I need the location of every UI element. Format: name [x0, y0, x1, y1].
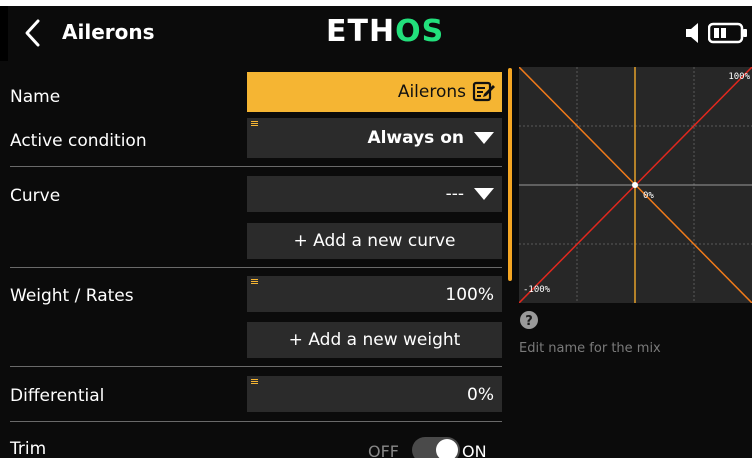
trim-label: Trim [10, 439, 47, 458]
differential-label: Differential [10, 386, 105, 406]
graph-canvas [519, 67, 752, 303]
main-panel: Name Ailerons Active condition Always on… [0, 61, 752, 458]
differential-value: 0% [467, 385, 494, 405]
add-curve-button[interactable]: + Add a new curve [247, 223, 502, 259]
curve-select[interactable]: --- [247, 176, 502, 212]
chevron-left-icon [25, 19, 40, 47]
help-text: Edit name for the mix [519, 341, 661, 356]
add-weight-button[interactable]: + Add a new weight [247, 322, 502, 358]
dropdown-arrow-icon [474, 132, 494, 144]
logo-left-text: ETH [326, 14, 396, 49]
scrollbar[interactable] [508, 68, 512, 281]
cursor-point [632, 182, 638, 188]
edit-icon [472, 81, 495, 102]
weight-label: Weight / Rates [10, 286, 134, 306]
weight-value: 100% [445, 285, 494, 305]
name-field[interactable]: Ailerons [247, 72, 502, 112]
mix-curve-graph: 100% 0% -100% [519, 67, 752, 303]
graph-top-right-label: 100% [728, 72, 750, 82]
page-title: Ailerons [62, 20, 155, 44]
modifiable-marker [251, 279, 258, 285]
help-icon[interactable]: ? [519, 310, 539, 330]
weight-field[interactable]: 100% [247, 276, 502, 312]
trim-off-label: OFF [368, 442, 399, 458]
modifiable-marker [251, 379, 258, 385]
trim-on-label: ON [462, 442, 487, 458]
name-label: Name [10, 87, 61, 107]
graph-center-label: 0% [643, 191, 654, 201]
curve-value: --- [445, 184, 464, 204]
trim-toggle[interactable] [412, 437, 460, 458]
ethos-logo: ETHOS [326, 14, 444, 49]
svg-text:?: ? [525, 314, 533, 329]
graph-bottom-left-label: -100% [523, 285, 551, 295]
active-condition-value: Always on [367, 128, 464, 148]
divider [10, 421, 502, 422]
divider [10, 267, 502, 268]
logo-right-text: OS [395, 14, 445, 49]
dropdown-arrow-icon [474, 188, 494, 200]
speaker-icon[interactable] [684, 21, 704, 45]
battery-icon [708, 22, 747, 44]
differential-field[interactable]: 0% [247, 376, 502, 412]
divider [10, 366, 502, 367]
back-button[interactable] [16, 13, 52, 53]
screen: Ailerons ETHOS Name Ailerons Active cond [0, 0, 752, 458]
active-condition-field[interactable]: Always on [247, 118, 502, 158]
name-value: Ailerons [397, 82, 466, 102]
curve-label: Curve [10, 186, 61, 206]
header-bar: Ailerons ETHOS [8, 6, 752, 61]
modifiable-marker [251, 121, 258, 127]
divider [10, 166, 502, 167]
toggle-knob [436, 439, 458, 458]
active-condition-label: Active condition [10, 131, 147, 151]
